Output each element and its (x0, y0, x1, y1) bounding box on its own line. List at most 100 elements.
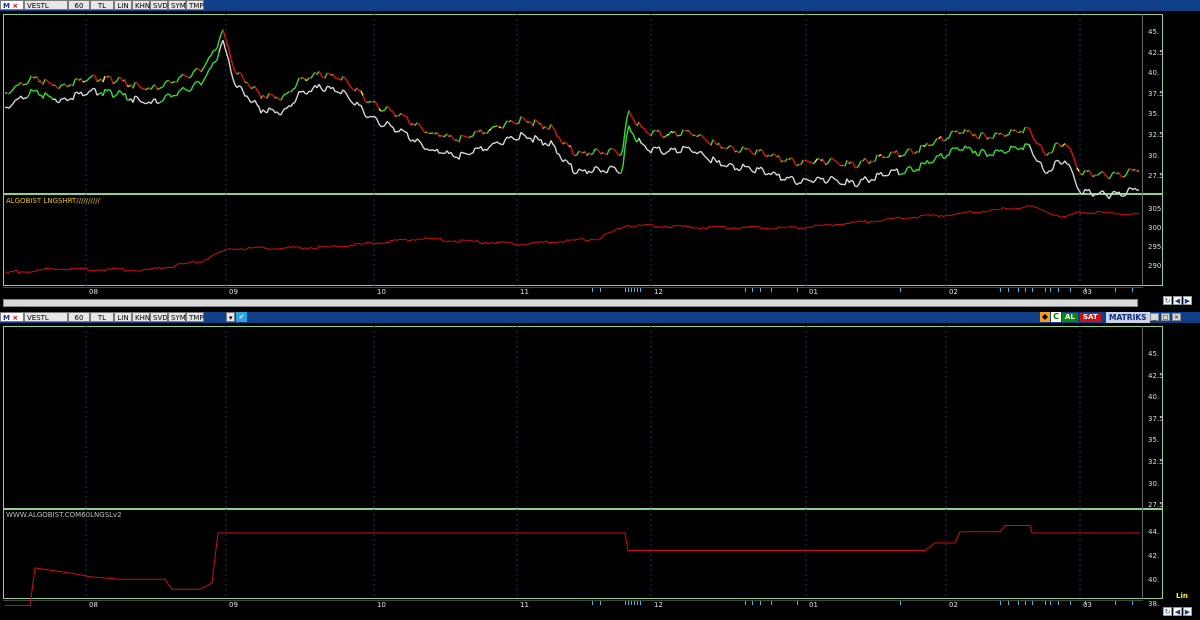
top-price-series (204, 61, 208, 66)
top-price-series (36, 76, 40, 82)
top-price-series (940, 136, 944, 141)
bottom-price-series (796, 182, 800, 186)
bottom-price-series (700, 151, 704, 155)
bottom-price-series (812, 180, 816, 184)
top-price-series (914, 150, 918, 154)
bottom-price-series (342, 89, 346, 93)
top-price-series (806, 160, 810, 163)
top-price-series (756, 149, 760, 152)
top-price-series (160, 86, 164, 89)
bottom-price-series (720, 164, 724, 167)
bottom-price-series (286, 105, 290, 109)
top-price-series (1060, 145, 1064, 148)
top-price-series (902, 153, 906, 157)
top-price-series (230, 59, 234, 67)
bottom-price-series (362, 109, 366, 116)
top-price-series (1010, 128, 1014, 132)
bottom-price-series (346, 94, 350, 100)
top-price-series (722, 146, 726, 150)
top-price-series (818, 158, 822, 162)
top-price-series (138, 85, 142, 89)
top-price-series (158, 86, 162, 90)
bottom-price-series (784, 176, 788, 181)
bottom-price-series (934, 155, 938, 160)
top-price-series (592, 148, 596, 154)
top-price-series (226, 42, 230, 51)
bottom-price-series (488, 144, 492, 148)
bottom-price-series (108, 88, 112, 92)
bottom-price-series (250, 101, 254, 104)
bottom-price-series (778, 173, 782, 181)
top-price-series (54, 84, 58, 89)
top-price-series (688, 130, 692, 135)
bottom-price-series (898, 173, 902, 176)
bottom-price-series (302, 90, 306, 94)
bottom-price-series (1028, 144, 1032, 150)
top-price-series (680, 129, 684, 136)
bottom-price-series (356, 101, 360, 106)
bottom-price-series (888, 169, 892, 176)
bottom-price-series (844, 178, 848, 186)
bottom-price-series (84, 93, 88, 96)
bottom-price-series (704, 156, 708, 159)
bottom-price-series (578, 168, 582, 171)
bottom-price-series (460, 151, 464, 154)
bottom-price-series (490, 142, 494, 146)
top-price-series (1124, 172, 1128, 177)
bottom-price-series (276, 111, 280, 115)
bottom-price-series (44, 92, 48, 95)
bottom-price-series (146, 101, 150, 104)
bottom-price-series (210, 62, 214, 68)
bottom-price-series (552, 144, 556, 148)
bottom-price-series (570, 163, 574, 173)
bottom-price-series (400, 128, 404, 132)
top-price-series (332, 73, 336, 79)
top-price-series (750, 151, 754, 155)
bottom-price-series (86, 91, 90, 95)
bottom-price-series (12, 100, 16, 105)
top-price-series (468, 135, 472, 139)
bottom-price-series (748, 166, 752, 171)
bottom-price-series (64, 97, 68, 102)
bottom-price-series (928, 161, 932, 165)
bottom-price-series (324, 86, 328, 92)
bottom-price-series (978, 149, 982, 157)
top-price-series (1002, 134, 1006, 137)
bottom-price-series (640, 142, 644, 145)
bottom-price-series (718, 160, 722, 167)
top-price-series (392, 111, 396, 117)
top-price-series (132, 82, 136, 89)
bottom-price-series (360, 105, 364, 111)
top-price-series (1092, 174, 1096, 178)
bottom-price-series (1114, 190, 1118, 194)
top-price-series (676, 134, 680, 137)
top-price-series (124, 79, 128, 87)
bottom-price-series (50, 96, 54, 101)
top-price-series (736, 150, 740, 154)
bottom-price-series (944, 155, 948, 159)
bottom-price-series (200, 81, 204, 86)
top-price-series (620, 148, 624, 156)
bottom-price-series (544, 142, 548, 146)
bottom-price-series (620, 165, 624, 174)
top-price-series (496, 124, 500, 128)
bottom-price-series (806, 178, 810, 182)
top-price-series (186, 75, 190, 79)
top-price-series (286, 90, 290, 95)
top-price-series (240, 73, 244, 78)
top-price-series (1088, 169, 1092, 175)
top-price-series (712, 139, 716, 143)
top-price-series (64, 83, 68, 88)
top-price-series (652, 129, 656, 132)
top-price-series (114, 80, 118, 83)
bottom-price-series (1110, 191, 1114, 196)
top-price-series (550, 123, 554, 129)
bottom-price-series (730, 162, 734, 166)
top-price-series (72, 79, 76, 87)
top-price-series (30, 75, 34, 79)
bottom-price-series (848, 180, 852, 183)
top-price-series (452, 138, 456, 141)
bottom-price-series (10, 103, 14, 107)
top-price-series (790, 157, 794, 160)
top-price-series (1056, 142, 1060, 145)
